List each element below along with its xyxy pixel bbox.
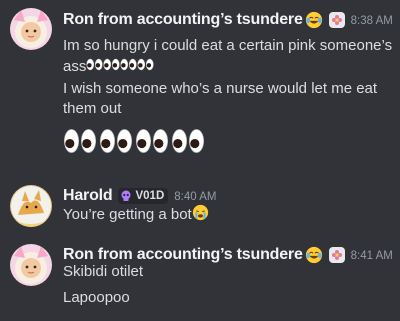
username[interactable]: Ron from accounting’s tsundere	[63, 11, 303, 29]
joy-emoji-icon	[305, 246, 322, 264]
message-group-ron-1: Ron from accounting’s tsundere 8:38 AM I…	[0, 0, 400, 170]
chat-messages: Ron from accounting’s tsundere 8:38 AM I…	[0, 0, 400, 321]
big-emoji-row	[63, 124, 205, 158]
message-text: ass	[63, 58, 87, 75]
eyes-emoji-icon	[136, 129, 168, 153]
avatar[interactable]	[10, 185, 52, 227]
guild-tag[interactable]: V01D	[118, 188, 169, 204]
message-text: You’re getting a bot	[63, 206, 192, 223]
message-text: them out	[63, 100, 122, 117]
message-text: Lapoopoo	[63, 289, 130, 306]
message-text-with-emoji: You’re getting a bot	[63, 204, 209, 225]
avatar[interactable]	[10, 8, 52, 50]
message-text: I wish someone who’s a nurse would let m…	[63, 80, 378, 97]
timestamp[interactable]: 8:40 AM	[174, 191, 216, 203]
eyes-emoji-icon	[103, 58, 120, 71]
flower-icon[interactable]	[328, 247, 345, 263]
sob-emoji-icon	[192, 204, 208, 221]
eyes-emoji-icon	[120, 58, 137, 71]
message-text-with-emoji: ass	[63, 56, 154, 77]
timestamp[interactable]: 8:38 AM	[351, 15, 393, 27]
eyes-emoji-icon	[86, 58, 103, 71]
eyes-emoji-icon	[100, 129, 132, 153]
skull-icon	[121, 190, 131, 201]
username[interactable]: Harold	[63, 187, 113, 205]
message-header: Ron from accounting’s tsundere 8:38 AM	[63, 9, 393, 31]
message-group-ron-2: Ron from accounting’s tsundere 8:41 AM S…	[0, 236, 400, 321]
message-group-harold: Harold V01D 8:40 AM You’re getting a bot	[0, 178, 400, 236]
eyes-emoji-icon	[172, 129, 204, 153]
eyes-emoji-icon	[64, 129, 96, 153]
avatar[interactable]	[10, 244, 52, 286]
message-text: Im so hungry i could eat a certain pink …	[63, 37, 393, 54]
eyes-emoji-icon	[137, 58, 154, 71]
timestamp[interactable]: 8:41 AM	[351, 250, 393, 262]
joy-emoji-icon	[305, 11, 322, 29]
guild-tag-label: V01D	[135, 190, 165, 202]
message-text: Skibidi otilet	[63, 263, 144, 280]
flower-icon[interactable]	[328, 12, 345, 28]
